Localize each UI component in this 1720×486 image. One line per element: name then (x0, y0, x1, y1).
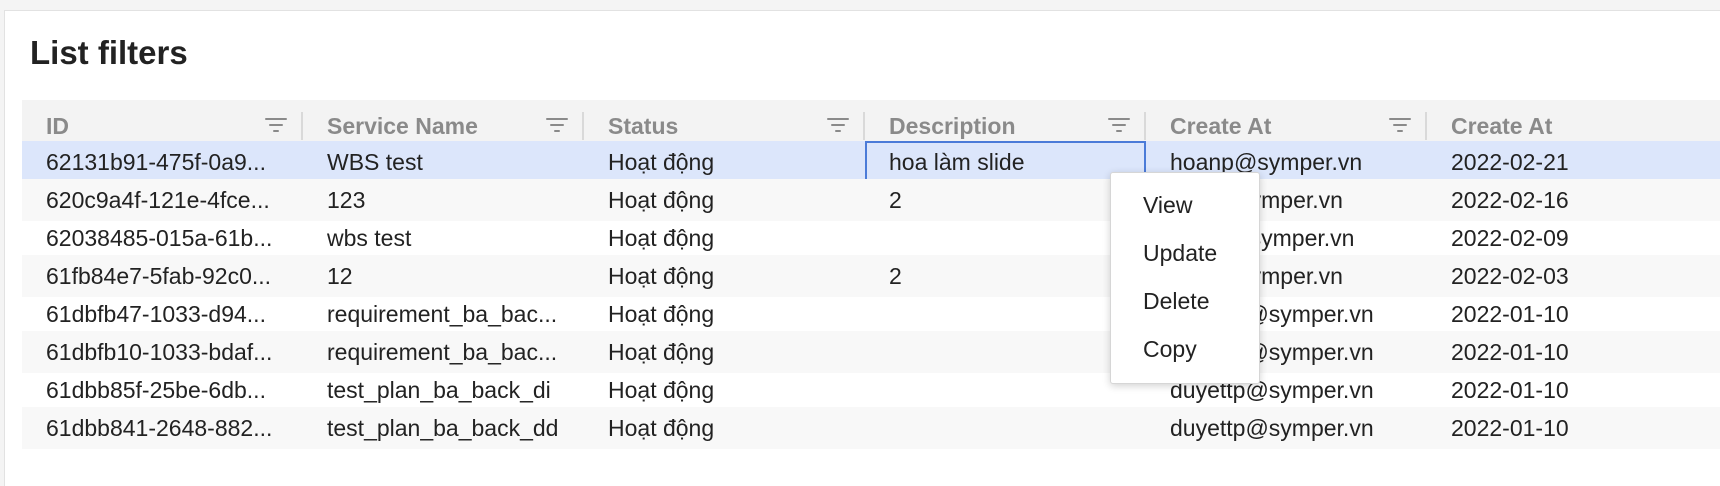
filter-icon[interactable] (546, 116, 568, 134)
table-row[interactable]: 61dbfb10-1033-bdaf... requirement_ba_bac… (22, 331, 1720, 373)
menu-item-view[interactable]: View (1111, 181, 1259, 229)
cell-created-at[interactable]: 2022-01-10 (1427, 331, 1720, 373)
table-row[interactable]: 61dbfb47-1033-d94... requirement_ba_bac.… (22, 293, 1720, 335)
cell-id[interactable]: 62131b91-475f-0a9... (22, 141, 303, 183)
menu-item-update[interactable]: Update (1111, 229, 1259, 277)
column-header-label: Create At (1170, 112, 1272, 139)
cell-created-at[interactable]: 2022-02-09 (1427, 217, 1720, 259)
filter-icon[interactable] (1108, 116, 1130, 134)
cell-id[interactable]: 61dbfb10-1033-bdaf... (22, 331, 303, 373)
cell-description[interactable]: 2 (865, 179, 1146, 221)
cell-created-at[interactable]: 2022-02-03 (1427, 255, 1720, 297)
cell-status[interactable]: Hoạt động (584, 293, 865, 335)
cell-description[interactable]: 2 (865, 255, 1146, 297)
page-title: List filters (30, 34, 188, 71)
cell-status[interactable]: Hoạt động (584, 331, 865, 373)
cell-service-name[interactable]: requirement_ba_bac... (303, 293, 584, 335)
table-row[interactable]: 61dbb841-2648-882... test_plan_ba_back_d… (22, 407, 1720, 449)
cell-description[interactable] (865, 407, 1146, 449)
cell-status[interactable]: Hoạt động (584, 255, 865, 297)
cell-service-name[interactable]: wbs test (303, 217, 584, 259)
table-row[interactable]: 62038485-015a-61b... wbs test Hoạt động … (22, 217, 1720, 259)
cell-created-at[interactable]: 2022-01-10 (1427, 369, 1720, 411)
left-panel-border (0, 10, 5, 486)
cell-service-name[interactable]: test_plan_ba_back_dd (303, 407, 584, 449)
cell-description[interactable] (865, 369, 1146, 411)
cell-created-at[interactable]: 2022-02-21 (1427, 141, 1720, 183)
cell-service-name[interactable]: 123 (303, 179, 584, 221)
cell-created-at[interactable]: 2022-01-10 (1427, 293, 1720, 335)
cell-id[interactable]: 61dbb841-2648-882... (22, 407, 303, 449)
cell-status[interactable]: Hoạt động (584, 369, 865, 411)
filter-icon[interactable] (1389, 116, 1411, 134)
table-row[interactable]: 61fb84e7-5fab-92c0... 12 Hoạt động 2 qah… (22, 255, 1720, 297)
column-header-label: Description (889, 112, 1016, 139)
filter-icon[interactable] (827, 116, 849, 134)
table-row[interactable]: 61dbb85f-25be-6db... test_plan_ba_back_d… (22, 369, 1720, 411)
column-header-label: Status (608, 112, 679, 139)
top-panel-border (0, 0, 1720, 11)
cell-service-name[interactable]: 12 (303, 255, 584, 297)
cell-description[interactable] (865, 217, 1146, 259)
table-row[interactable]: 620c9a4f-121e-4fce... 123 Hoạt động 2 qa… (22, 179, 1720, 221)
cell-description-focused[interactable]: hoa làm slide (865, 141, 1146, 183)
cell-created-at[interactable]: 2022-02-16 (1427, 179, 1720, 221)
cell-status[interactable]: Hoạt động (584, 407, 865, 449)
filter-icon[interactable] (265, 116, 287, 134)
column-header-label: Service Name (327, 112, 478, 139)
table-row-selected[interactable]: 62131b91-475f-0a9... WBS test Hoạt động … (22, 141, 1720, 183)
cell-id[interactable]: 620c9a4f-121e-4fce... (22, 179, 303, 221)
menu-item-delete[interactable]: Delete (1111, 277, 1259, 325)
cell-service-name[interactable]: WBS test (303, 141, 584, 183)
cell-description[interactable] (865, 331, 1146, 373)
context-menu: View Update Delete Copy (1110, 172, 1260, 384)
column-header-label: ID (46, 112, 69, 139)
cell-status[interactable]: Hoạt động (584, 141, 865, 183)
cell-service-name[interactable]: test_plan_ba_back_di (303, 369, 584, 411)
data-grid: ID Service Name Status Description Creat… (22, 100, 1720, 486)
cell-id[interactable]: 61dbfb47-1033-d94... (22, 293, 303, 335)
cell-created-at[interactable]: 2022-01-10 (1427, 407, 1720, 449)
cell-id[interactable]: 62038485-015a-61b... (22, 217, 303, 259)
cell-status[interactable]: Hoạt động (584, 217, 865, 259)
cell-service-name[interactable]: requirement_ba_bac... (303, 331, 584, 373)
column-header-label: Create At (1451, 112, 1553, 139)
cell-description[interactable] (865, 293, 1146, 335)
cell-id[interactable]: 61dbb85f-25be-6db... (22, 369, 303, 411)
cell-id[interactable]: 61fb84e7-5fab-92c0... (22, 255, 303, 297)
cell-status[interactable]: Hoạt động (584, 179, 865, 221)
cell-created-by[interactable]: duyettp@symper.vn (1146, 407, 1427, 449)
menu-item-copy[interactable]: Copy (1111, 325, 1259, 373)
